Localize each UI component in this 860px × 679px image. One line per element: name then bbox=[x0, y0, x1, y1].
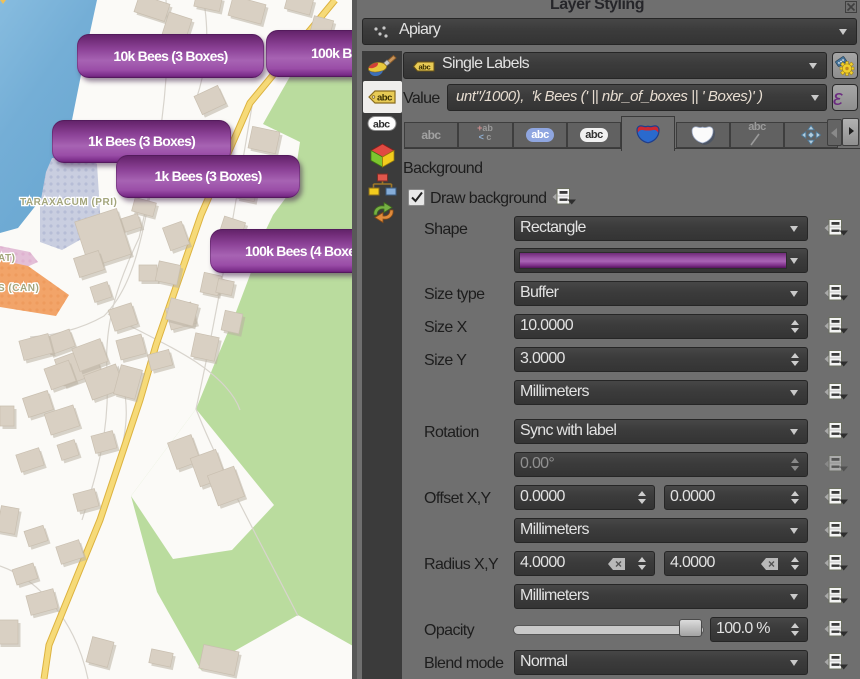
svg-text:TARAXACUM (PRI): TARAXACUM (PRI) bbox=[20, 197, 117, 208]
svg-text:abc: abc bbox=[419, 63, 431, 72]
svg-text:AT): AT) bbox=[0, 253, 15, 264]
svg-text:S (CAN): S (CAN) bbox=[0, 283, 39, 294]
svg-text:abc: abc bbox=[377, 93, 392, 104]
svg-text:abc: abc bbox=[373, 119, 390, 131]
